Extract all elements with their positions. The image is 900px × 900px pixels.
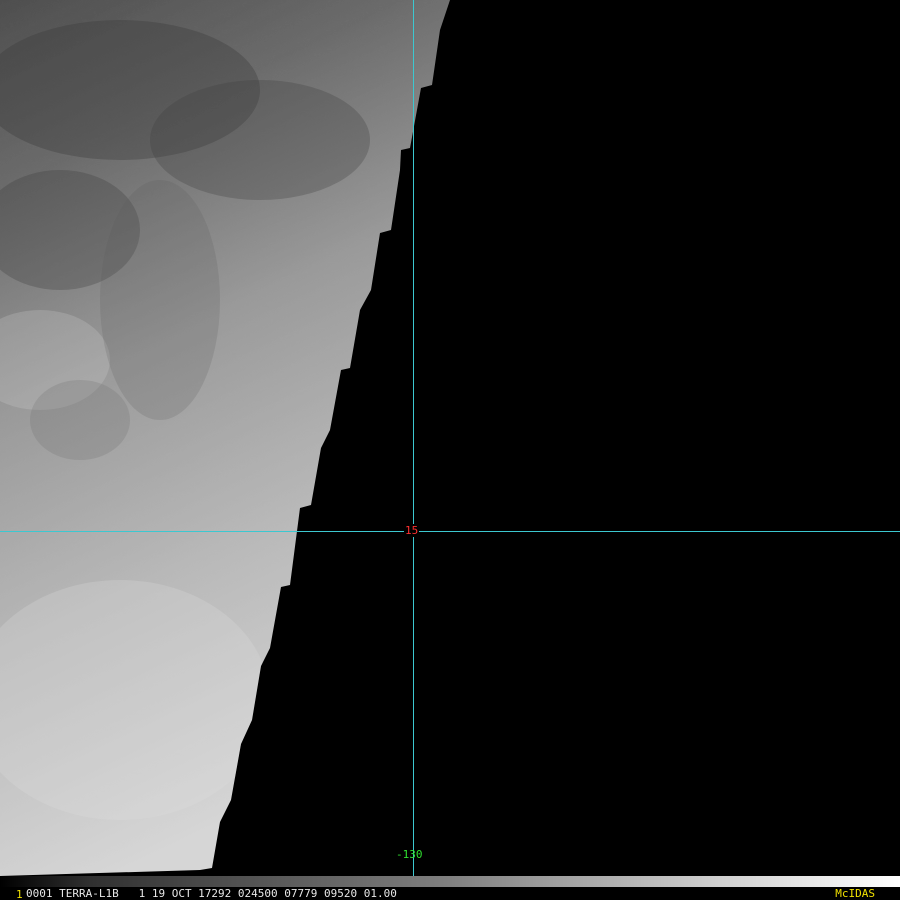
- satellite-cloud-imagery: [0, 0, 900, 876]
- longitude-label: -130: [396, 848, 423, 861]
- status-bar: 1 0001 TERRA-L1B 1 19 OCT 17292 024500 0…: [0, 876, 900, 900]
- latitude-label: 15: [404, 524, 420, 537]
- latitude-grid-line: [0, 531, 900, 532]
- grayscale-color-bar: [0, 876, 900, 887]
- frame-info-row: 1 0001 TERRA-L1B 1 19 OCT 17292 024500 0…: [0, 887, 900, 900]
- mcidas-brand-label: McIDAS: [835, 887, 875, 900]
- frame-number: 1: [16, 888, 23, 900]
- longitude-grid-line: [413, 0, 414, 876]
- satellite-image-display: 15 -130 1 0001 TERRA-L1B 1 19 OCT 17292 …: [0, 0, 900, 900]
- frame-info-text: 0001 TERRA-L1B 1 19 OCT 17292 024500 077…: [26, 887, 397, 900]
